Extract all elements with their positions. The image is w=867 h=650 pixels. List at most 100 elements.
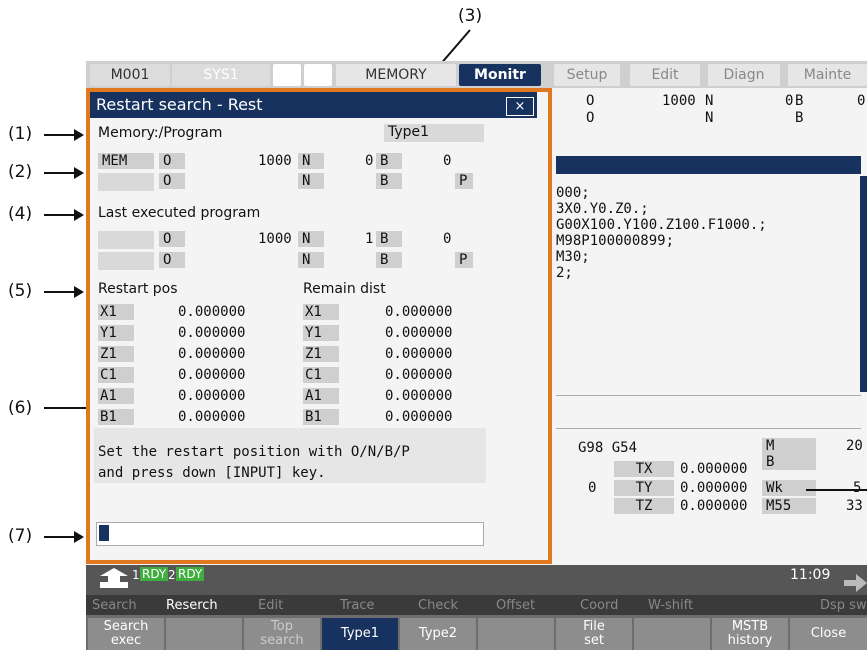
rdy1-number: 1 — [132, 568, 140, 582]
last-executed-label: Last executed program — [98, 205, 261, 221]
tx-label: TX — [614, 461, 674, 477]
b-label: B — [376, 252, 402, 268]
o-value[interactable]: 1000 — [258, 153, 292, 169]
dialog-title: Restart search - Rest — [90, 92, 537, 118]
remain-dist-value: 0.000000 — [385, 304, 453, 320]
callout-4: (4) — [8, 204, 33, 224]
tab-mainte[interactable]: Mainte — [788, 64, 867, 86]
bg-b-label: B — [795, 93, 804, 109]
close-button[interactable]: Close — [790, 618, 867, 650]
program-line: M98P100000899; — [556, 233, 675, 249]
n-label: N — [298, 173, 324, 189]
o-label: O — [159, 252, 185, 268]
tab-edit[interactable]: Edit — [630, 64, 700, 86]
tab-monitr[interactable]: Monitr — [459, 64, 541, 86]
restart-pos-value: 0.000000 — [178, 304, 246, 320]
last-blank-cell — [98, 231, 154, 249]
close-icon[interactable]: × — [506, 97, 534, 116]
axis-label: A1 — [303, 388, 339, 404]
search-exec-button[interactable]: Search exec — [88, 618, 164, 650]
tab-sys1[interactable]: SYS1 — [172, 64, 270, 86]
tab-blank-2 — [304, 64, 332, 86]
m55-label: M55 — [762, 498, 816, 514]
axis-label: Y1 — [303, 325, 339, 341]
fkey-empty-2[interactable] — [166, 618, 242, 650]
b-label: B — [376, 153, 402, 169]
menu-trace[interactable]: Trace — [340, 598, 375, 613]
menu-edit[interactable]: Edit — [258, 598, 283, 613]
back-arrow-icon[interactable] — [94, 568, 134, 593]
wk-callout-line — [806, 489, 867, 491]
program-line: G00X100.Y100.Z100.F1000.; — [556, 217, 767, 233]
wk-label: Wk — [762, 480, 816, 496]
type-value: Type1 — [384, 124, 484, 142]
clock: 11:09 — [790, 567, 831, 583]
mode-indicator: MEM — [98, 153, 154, 169]
p-label: P — [455, 252, 473, 268]
rdy1-badge: RDY — [140, 567, 169, 581]
n-label: N — [298, 231, 324, 247]
program-scrollbar[interactable] — [860, 176, 867, 392]
type2-button[interactable]: Type2 — [400, 618, 476, 650]
menu-dsp-sw[interactable]: Dsp sw — [820, 598, 867, 613]
axis-label: Z1 — [98, 346, 134, 362]
menu-search[interactable]: Search — [92, 598, 137, 613]
restart-pos-value: 0.000000 — [178, 346, 246, 362]
callout-3: (3) — [458, 6, 483, 26]
divider — [556, 395, 861, 396]
n-value[interactable]: 0 — [365, 153, 373, 169]
b-label: B — [762, 454, 816, 470]
program-line: M30; — [556, 249, 590, 265]
forward-arrow-icon[interactable] — [844, 574, 867, 592]
o-label: O — [159, 231, 185, 247]
callout-5: (5) — [8, 281, 33, 301]
tab-memory[interactable]: MEMORY — [336, 64, 456, 86]
mstb-history-button[interactable]: MSTB history — [712, 618, 788, 650]
callout-7-arrow — [44, 531, 84, 543]
tx-value: 0.000000 — [680, 461, 748, 477]
axis-label: X1 — [98, 304, 134, 320]
ty-value: 0.000000 — [680, 480, 748, 496]
axis-label: C1 — [303, 367, 339, 383]
b-value[interactable]: 0 — [443, 153, 451, 169]
o-label: O — [159, 173, 185, 189]
callout-2: (2) — [8, 162, 33, 182]
menu-reserch[interactable]: Reserch — [166, 598, 218, 613]
callout-5-arrow — [44, 286, 84, 298]
menu-w-shift[interactable]: W-shift — [648, 598, 693, 613]
tab-diagn[interactable]: Diagn — [708, 64, 780, 86]
menu-offset[interactable]: Offset — [496, 598, 535, 613]
fkey-empty-6[interactable] — [478, 618, 554, 650]
divider — [556, 428, 861, 429]
restart-pos-value: 0.000000 — [178, 388, 246, 404]
remain-dist-value: 0.000000 — [385, 409, 453, 425]
tab-setup[interactable]: Setup — [554, 64, 620, 86]
ty-label: TY — [614, 480, 674, 496]
tab-blank-1 — [273, 64, 301, 86]
bg-o2-label: O — [586, 110, 595, 126]
axis-label: X1 — [303, 304, 339, 320]
wk-value: 5 — [853, 480, 862, 496]
tab-m001[interactable]: M001 — [90, 64, 170, 86]
callout-1-arrow — [44, 129, 84, 141]
m-value: 20 — [846, 438, 863, 454]
top-search-button[interactable]: Top search — [244, 618, 320, 650]
type1-button[interactable]: Type1 — [322, 618, 398, 650]
restart-pos-label: Restart pos — [98, 281, 178, 297]
file-set-button[interactable]: File set — [556, 618, 632, 650]
m55-value: 33 — [846, 498, 863, 514]
bg-n-value: 0 — [785, 93, 794, 109]
menu-coord[interactable]: Coord — [580, 598, 618, 613]
memory-program-label: Memory:/Program — [98, 125, 223, 141]
input-line[interactable] — [96, 522, 484, 546]
remain-dist-value: 0.000000 — [385, 346, 453, 362]
bg-b-value: 0 — [857, 93, 866, 109]
fkey-empty-8[interactable] — [634, 618, 710, 650]
callout-6: (6) — [8, 398, 33, 418]
remain-dist-label: Remain dist — [303, 281, 386, 297]
axis-label: C1 — [98, 367, 134, 383]
ty-prefix: 0 — [588, 480, 597, 496]
menu-check[interactable]: Check — [418, 598, 458, 613]
modal-gcode: G98 G54 — [578, 440, 638, 456]
m-label: M — [762, 438, 816, 454]
